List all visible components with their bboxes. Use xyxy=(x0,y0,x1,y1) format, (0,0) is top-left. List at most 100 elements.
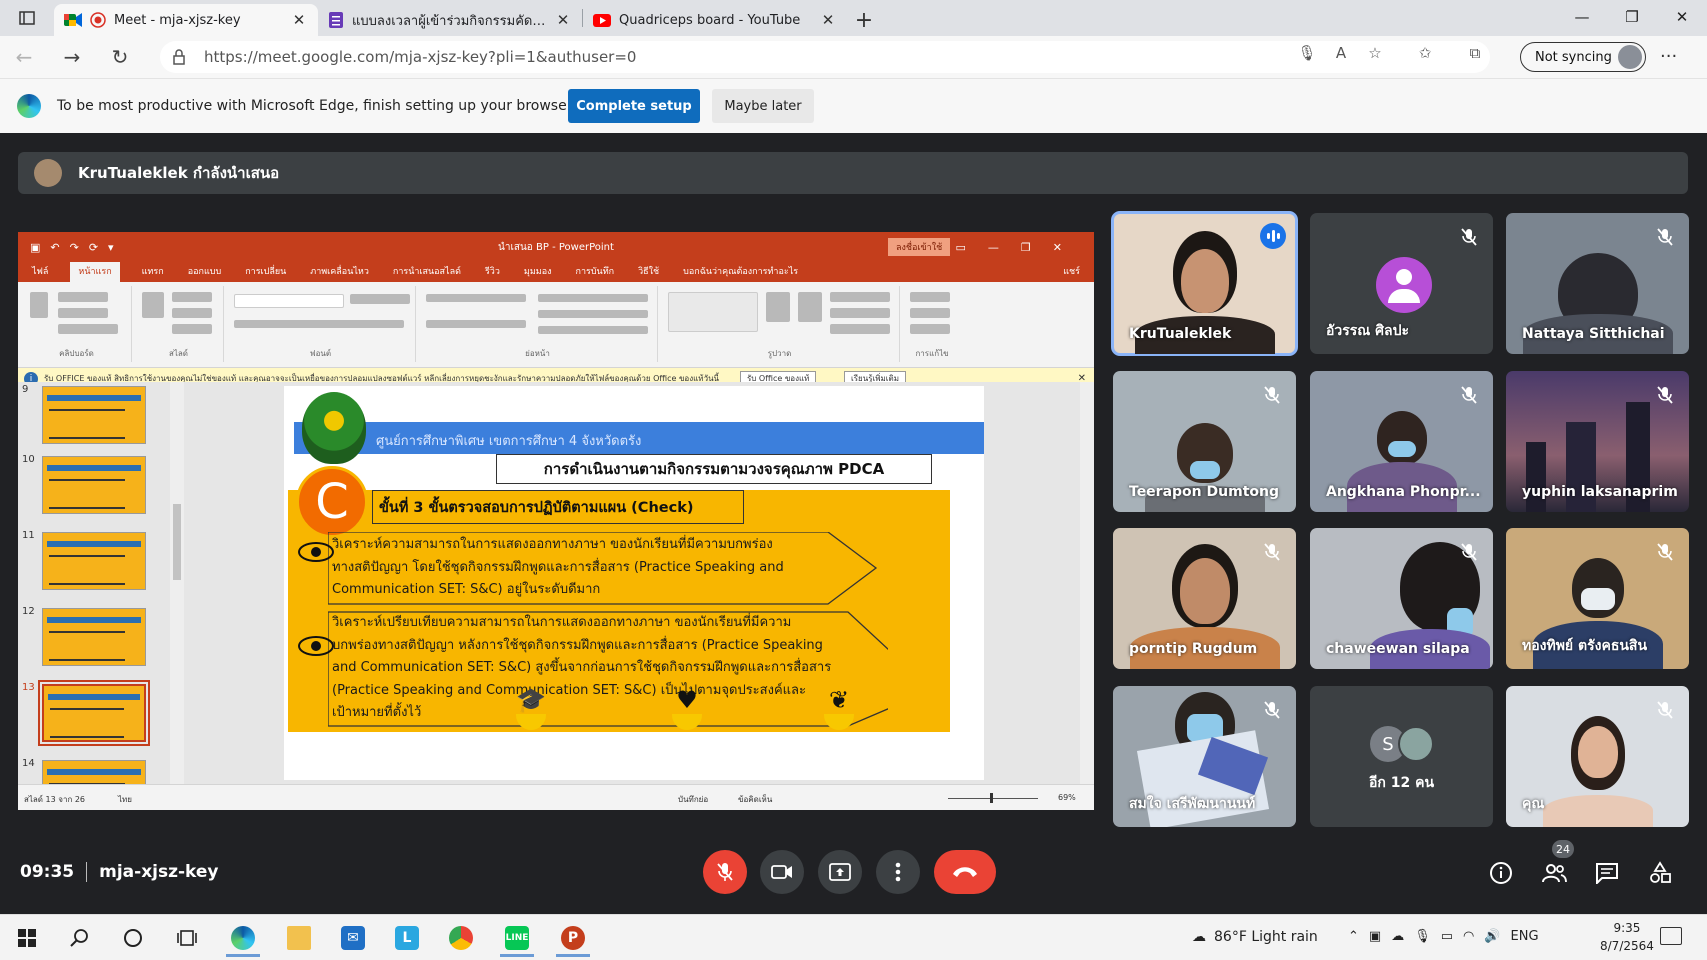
leave-call-button[interactable] xyxy=(934,850,996,894)
more-options-button[interactable] xyxy=(876,850,920,894)
participant-tile[interactable]: ทองทิพย์ ตรังคธนสิน xyxy=(1506,528,1689,669)
tab-youtube[interactable]: Quadriceps board - YouTube ✕ xyxy=(583,4,847,36)
ppt-menu-item: มุมมอง xyxy=(523,267,552,277)
language-indicator[interactable]: ENG xyxy=(1511,929,1539,944)
tray-app-icon[interactable]: ▣ xyxy=(1369,929,1381,944)
participant-tile[interactable]: อัวรรณ ศิลปะ xyxy=(1310,213,1493,354)
mic-off-icon xyxy=(1260,698,1284,722)
close-window-icon[interactable]: ✕ xyxy=(1657,0,1707,34)
more-participants-tile[interactable]: S อีก 12 คน xyxy=(1310,686,1493,827)
more-participants-label: อีก 12 คน xyxy=(1368,775,1435,791)
taskbar-chrome[interactable] xyxy=(438,919,484,957)
forward-button[interactable]: → xyxy=(48,36,96,78)
slide-header-text: ศูนย์การศึกษาพิเศษ เขตการศึกษา 4 จังหวัด… xyxy=(376,434,642,449)
graduation-cap-icon: 🎓 xyxy=(516,686,546,714)
participant-tile[interactable]: Teerapon Dumtong xyxy=(1113,371,1296,512)
tab-actions-button[interactable] xyxy=(0,0,54,36)
ppt-menu-item: การนำเสนอสไลด์ xyxy=(392,267,461,277)
taskbar-edge[interactable] xyxy=(220,919,266,957)
rain-cloud-icon: ☁ xyxy=(1192,929,1206,945)
complete-setup-button[interactable]: Complete setup xyxy=(568,89,700,123)
activities-button[interactable] xyxy=(1643,856,1677,890)
tab-title: Meet - mja-xjsz-key xyxy=(114,12,241,28)
participant-name: Angkhana Phonpr... xyxy=(1326,484,1481,500)
participant-tile[interactable]: yuphin laksanaprim xyxy=(1506,371,1689,512)
windows-logo-icon xyxy=(18,929,36,947)
start-button[interactable] xyxy=(4,919,50,957)
folder-icon xyxy=(287,926,311,950)
meeting-details: 09:35 mja-xjsz-key xyxy=(20,862,219,882)
taskbar-clock[interactable]: 9:35 8/7/2564 xyxy=(1600,919,1654,955)
taskbar-powerpoint[interactable]: P xyxy=(550,919,596,957)
participants-button[interactable] xyxy=(1537,856,1571,890)
tab-close-icon[interactable]: ✕ xyxy=(819,11,837,29)
tab-close-icon[interactable]: ✕ xyxy=(554,11,572,29)
participant-tile[interactable]: KruTualeklek xyxy=(1111,211,1298,356)
cortana-button[interactable] xyxy=(110,919,156,957)
lock-icon xyxy=(173,49,185,65)
meeting-details-button[interactable] xyxy=(1484,856,1518,890)
camera-toggle-button[interactable] xyxy=(760,850,804,894)
participant-tile[interactable]: porntip Rugdum xyxy=(1113,528,1296,669)
favorites-icon[interactable]: ✩ xyxy=(1408,44,1442,62)
presenter-label: KruTualeklek กำลังนำเสนอ xyxy=(78,164,280,182)
ppt-share-button: แชร์ xyxy=(1063,267,1080,277)
chat-button[interactable] xyxy=(1590,856,1624,890)
status-comments: ข้อคิดเห็น xyxy=(738,795,773,804)
ribbon-group-drawing: รูปวาด xyxy=(660,286,900,362)
microphone-toggle-button[interactable] xyxy=(703,850,747,894)
settings-more-icon[interactable]: ··· xyxy=(1660,46,1677,67)
add-favorite-icon[interactable]: ☆ xyxy=(1358,44,1392,62)
ribbon-group-clipboard: คลิปบอร์ด xyxy=(22,286,132,362)
volume-icon[interactable]: 🔊 xyxy=(1484,929,1500,944)
mic-off-icon xyxy=(1457,225,1481,249)
onedrive-icon[interactable]: ☁ xyxy=(1391,929,1404,944)
ppt-menu-item: หน้าแรก xyxy=(70,261,120,282)
back-button[interactable]: ← xyxy=(0,36,48,78)
minimize-icon[interactable]: — xyxy=(1557,0,1607,34)
battery-icon[interactable]: ▭ xyxy=(1441,929,1453,944)
maximize-icon[interactable]: ❐ xyxy=(1607,0,1657,34)
ppt-window-title: นำเสนอ BP - PowerPoint xyxy=(498,241,614,253)
notifications-icon[interactable] xyxy=(1660,927,1682,945)
weather-widget[interactable]: ☁ 86°F Light rain xyxy=(1192,929,1318,945)
wifi-icon[interactable]: ◠ xyxy=(1463,929,1474,944)
status-slide-count: สไลด์ 13 จาก 26 xyxy=(24,795,86,804)
participant-tile-self[interactable]: คุณ xyxy=(1506,686,1689,827)
ribbon-group-label: สไลด์ xyxy=(168,349,188,358)
url-text: https://meet.google.com/mja-xjsz-key?pli… xyxy=(204,48,637,66)
status-notes: บันทึกย่อ xyxy=(678,795,709,804)
taskbar-mail[interactable]: ✉ xyxy=(330,919,376,957)
present-screen-button[interactable] xyxy=(818,850,862,894)
new-tab-button[interactable]: + xyxy=(847,4,881,36)
ppt-menu-item: แทรก xyxy=(141,267,164,277)
microphone-icon[interactable]: 🎙 xyxy=(1414,929,1431,944)
speaking-indicator-icon xyxy=(1260,223,1286,249)
tab-forms[interactable]: แบบลงเวลาผู้เข้าร่วมกิจกรรมคัดเลือกฯ ✕ xyxy=(318,4,582,36)
taskbar-file-explorer[interactable] xyxy=(276,919,322,957)
taskbar-line[interactable]: LINE xyxy=(494,919,540,957)
tab-meet[interactable]: Meet - mja-xjsz-key ✕ xyxy=(54,4,318,36)
search-button[interactable] xyxy=(56,919,102,957)
participant-tile[interactable]: สมใจ เสรีพัฒนานนท์ xyxy=(1113,686,1296,827)
read-aloud-icon[interactable]: A xyxy=(1324,44,1358,62)
slide-thumbnail-selected xyxy=(38,680,150,746)
chevron-up-icon[interactable]: ⌃ xyxy=(1348,929,1359,944)
ribbon-group-label: การแก้ไข xyxy=(915,349,949,358)
activities-shapes-icon xyxy=(1650,861,1671,883)
participant-tile[interactable]: Nattaya Sitthichai xyxy=(1506,213,1689,354)
l-app-icon: L xyxy=(395,926,419,950)
collections-icon[interactable]: ⧉ xyxy=(1458,44,1492,62)
participant-tile[interactable]: Angkhana Phonpr... xyxy=(1310,371,1493,512)
participant-tile[interactable]: chaweewan silapa xyxy=(1310,528,1493,669)
profile-button[interactable]: Not syncing xyxy=(1520,42,1646,72)
participant-name: คุณ xyxy=(1522,796,1545,812)
ppt-menu-item: รีวิว xyxy=(484,267,500,277)
reload-button[interactable]: ↻ xyxy=(96,36,144,78)
task-view-button[interactable] xyxy=(164,919,210,957)
maybe-later-button[interactable]: Maybe later xyxy=(712,89,814,123)
microphone-icon[interactable]: 🎙 xyxy=(1290,44,1324,62)
taskbar-app-l[interactable]: L xyxy=(384,919,430,957)
tab-close-icon[interactable]: ✕ xyxy=(290,11,308,29)
google-meet-icon xyxy=(64,13,82,27)
